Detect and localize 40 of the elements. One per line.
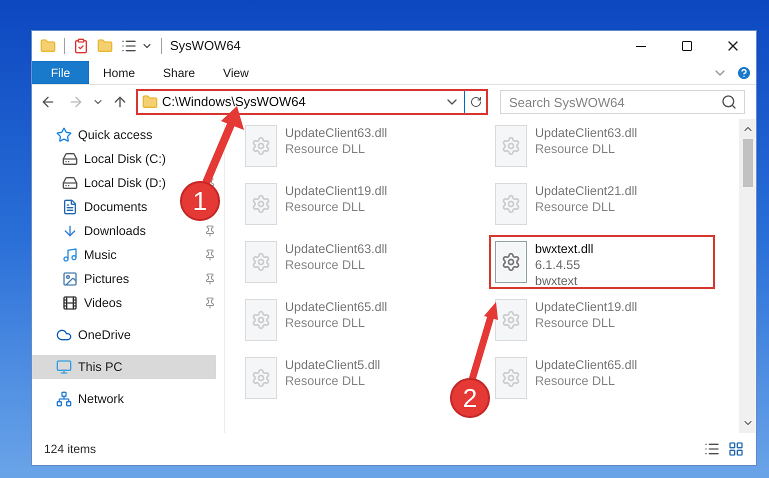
file-name: UpdateClient19.dll (535, 299, 638, 315)
ribbon-tab[interactable]: File (32, 61, 89, 84)
file-detail: Resource DLL (285, 257, 366, 273)
sidebar-item[interactable]: Local Disk (C:) (32, 147, 172, 171)
file-name: UpdateClient63.dll (285, 125, 388, 141)
file-name: UpdateClient63.dll (285, 241, 388, 257)
file-name: UpdateClient65.dll (535, 357, 638, 373)
file-detail: Resource DLL (535, 141, 616, 157)
ribbon-tab[interactable]: Share (149, 61, 210, 84)
file-detail: Resource DLL (285, 315, 366, 331)
file-detail: 6.1.4.55 (535, 257, 582, 273)
file-name: UpdateClient21.dll (535, 183, 638, 199)
file-name: UpdateClient19.dll (285, 183, 388, 199)
sidebar-item[interactable]: Local Disk (D:) (32, 171, 172, 195)
address-bar[interactable]: C:\Windows\SysWOW64 (136, 89, 488, 115)
sidebar-item[interactable]: Music (32, 243, 172, 267)
sidebar-item[interactable]: Quick access (32, 123, 216, 147)
sidebar-item[interactable]: Videos (32, 291, 172, 315)
file-name: UpdateClient5.dll (285, 357, 380, 373)
ribbon-tab[interactable]: View (209, 61, 263, 84)
file-detail: Resource DLL (535, 315, 616, 331)
sidebar-item[interactable]: Documents (32, 195, 172, 219)
sidebar-item[interactable]: This PC (32, 355, 216, 379)
file-detail: Resource DLL (535, 373, 616, 389)
file-name: UpdateClient63.dll (535, 125, 638, 141)
file-detail: bwxtext (535, 273, 578, 289)
file-detail: Resource DLL (285, 373, 366, 389)
sidebar-item[interactable]: Network (32, 387, 216, 411)
item-count: 124 items (44, 441, 98, 458)
window-title: SysWOW64 (170, 37, 241, 56)
file-detail: Resource DLL (285, 199, 366, 215)
file-name: bwxtext.dll (535, 241, 594, 257)
sidebar-item[interactable]: Pictures (32, 267, 172, 291)
search-field[interactable]: Search SysWOW64 (500, 90, 745, 114)
ribbon-tab[interactable]: Home (89, 61, 150, 84)
file-name: UpdateClient65.dll (285, 299, 388, 315)
file-detail: Resource DLL (285, 141, 366, 157)
sidebar-item[interactable]: OneDrive (32, 323, 216, 347)
sidebar-item[interactable]: Downloads (32, 219, 172, 243)
file-detail: Resource DLL (535, 199, 616, 215)
